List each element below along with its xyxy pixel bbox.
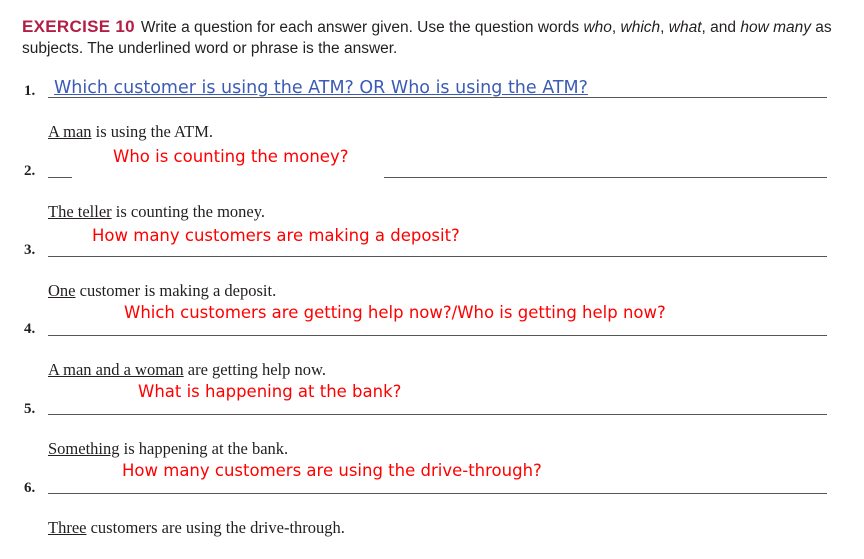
underlined-answer: One xyxy=(48,281,76,300)
answer-text[interactable]: How many customers are making a deposit? xyxy=(92,226,460,245)
prompt-rest: is happening at the bank. xyxy=(119,439,289,458)
item-number: 4. xyxy=(24,321,36,337)
prompt-sentence: The teller is counting the money. xyxy=(48,202,265,222)
prompt-sentence: Three customers are using the drive-thro… xyxy=(48,518,345,538)
item-number: 1. xyxy=(24,83,36,99)
underlined-answer: A man and a woman xyxy=(48,360,184,379)
prompt-sentence: A man is using the ATM. xyxy=(48,122,213,142)
prompt-rest: is counting the money. xyxy=(111,202,266,221)
answer-text[interactable]: Who is counting the money? xyxy=(113,147,348,166)
underlined-answer: Three xyxy=(48,518,87,537)
answer-line xyxy=(48,414,827,415)
prompt-rest: customers are using the drive-through. xyxy=(86,518,345,537)
answer-line xyxy=(48,335,827,336)
separator: , and xyxy=(701,19,741,36)
item-number: 5. xyxy=(24,401,36,417)
prompt-rest: is using the ATM. xyxy=(91,122,214,141)
exercise-label: EXERCISE 10 xyxy=(22,17,135,36)
prompt-rest: are getting help now. xyxy=(183,360,326,379)
separator: , xyxy=(611,19,621,36)
answer-line xyxy=(48,256,827,257)
separator: , xyxy=(660,19,669,36)
word-what: what xyxy=(668,19,702,36)
underlined-answer: A man xyxy=(48,122,92,141)
word-which: which xyxy=(620,19,661,36)
answer-text[interactable]: How many customers are using the drive-t… xyxy=(122,461,542,480)
prompt-sentence: A man and a woman are getting help now. xyxy=(48,360,326,380)
answer-line xyxy=(48,493,827,494)
answer-text[interactable]: Which customer is using the ATM? OR Who … xyxy=(54,78,588,98)
prompt-rest: customer is making a deposit. xyxy=(75,281,277,300)
item-number: 2. xyxy=(24,163,36,179)
underlined-answer: The teller xyxy=(48,202,112,221)
instruction-text-1: Write a question for each answer given. … xyxy=(140,19,584,36)
exercise-instructions: EXERCISE 10 Write a question for each ans… xyxy=(22,16,842,59)
answer-text[interactable]: Which customers are getting help now?/Wh… xyxy=(124,303,666,322)
underlined-answer: Something xyxy=(48,439,120,458)
word-how-many: how many xyxy=(740,19,811,36)
answer-line xyxy=(48,97,827,98)
item-number: 6. xyxy=(24,480,36,496)
prompt-sentence: One customer is making a deposit. xyxy=(48,281,276,301)
prompt-sentence: Something is happening at the bank. xyxy=(48,439,288,459)
answer-text[interactable]: What is happening at the bank? xyxy=(138,382,401,401)
word-who: who xyxy=(583,19,612,36)
item-number: 3. xyxy=(24,242,36,258)
